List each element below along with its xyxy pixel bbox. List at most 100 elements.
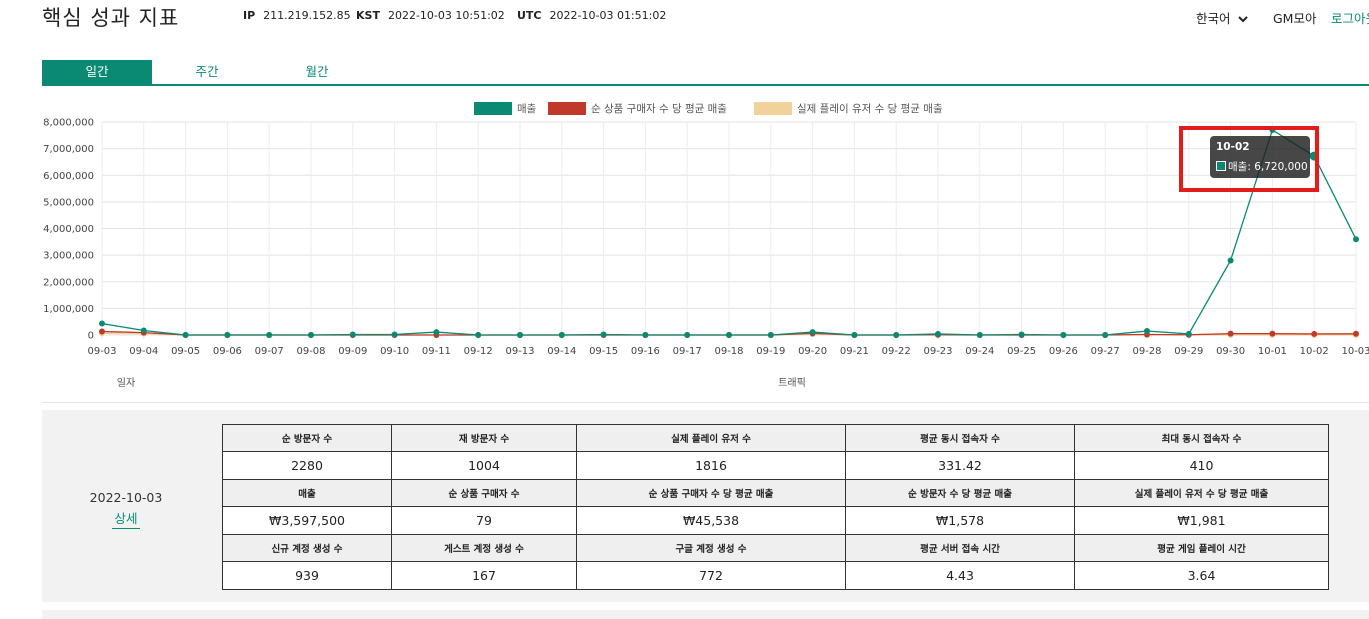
- x-tick-label: 09-05: [171, 346, 200, 357]
- y-tick-label: 0: [88, 331, 94, 342]
- x-tick-label: 10-01: [1258, 346, 1287, 357]
- data-point[interactable]: [433, 329, 440, 336]
- data-point[interactable]: [1311, 330, 1318, 337]
- data-point[interactable]: [475, 332, 482, 338]
- y-tick-label: 2,000,000: [43, 277, 94, 288]
- data-point[interactable]: [266, 332, 273, 338]
- logout-link[interactable]: 로그아웃: [1331, 8, 1369, 27]
- page-header: 핵심 성과 지표 IP 211.219.152.85 KST 2022-10-03 …: [0, 0, 1369, 40]
- kst-label: KST: [356, 9, 380, 22]
- x-tick-label: 09-04: [129, 346, 158, 357]
- data-point[interactable]: [893, 332, 900, 338]
- y-axis-ticks: 0 1,000,000 2,000,000 3,000,000 4,000,000 5,0…: [43, 118, 94, 342]
- language-label: 한국어: [1196, 11, 1231, 26]
- stats-value-cell: ₩1,578: [845, 506, 1075, 535]
- stats-header-cell: 평균 서버 접속 시간: [845, 534, 1075, 562]
- x-tick-label: 09-28: [1132, 346, 1161, 357]
- y-tick-label: 1,000,000: [43, 304, 94, 315]
- x-tick-label: 09-29: [1174, 346, 1203, 357]
- stats-value-cell: 79: [391, 506, 577, 535]
- user-name: GM모아: [1273, 11, 1317, 26]
- stats-value-cell: 2280: [222, 451, 392, 480]
- data-point[interactable]: [642, 332, 649, 338]
- stats-value-row: ₩3,597,500 79 ₩45,538 ₩1,578 ₩1,981: [222, 506, 1329, 535]
- page-title: 핵심 성과 지표: [42, 6, 180, 30]
- tab-weekly[interactable]: 주간: [152, 60, 262, 84]
- stats-header-cell: 순 상품 구매자 수: [391, 479, 577, 507]
- x-tick-label: 09-26: [1049, 346, 1078, 357]
- summary-date: 2022-10-03: [89, 490, 163, 505]
- data-point[interactable]: [935, 330, 941, 337]
- legend-label[interactable]: 매출: [517, 103, 537, 115]
- y-tick-label: 6,000,000: [43, 171, 94, 182]
- data-point[interactable]: [1102, 332, 1109, 338]
- legend-swatch: [548, 102, 586, 115]
- stats-value-cell: 331.42: [845, 451, 1075, 480]
- legend-label[interactable]: 실제 플레이 유저 수 당 평균 매출: [797, 103, 943, 115]
- y-tick-label: 8,000,000: [43, 118, 94, 129]
- data-point[interactable]: [1060, 332, 1067, 338]
- data-point[interactable]: [182, 332, 189, 338]
- data-point[interactable]: [349, 331, 356, 338]
- x-tick-label: 09-18: [714, 346, 743, 357]
- data-point[interactable]: [1353, 330, 1359, 337]
- data-point[interactable]: [558, 332, 565, 338]
- stats-header-cell: 순 방문자 수: [222, 424, 392, 452]
- ip-label: IP: [243, 9, 256, 22]
- stats-value-cell: 939: [222, 561, 392, 590]
- revenue-chart: 매출 순 상품 구매자 수 당 평균 매출 실제 플레이 유저 수 당 평균 매출 …: [42, 92, 1369, 403]
- x-tick-label: 09-14: [547, 346, 576, 357]
- stats-header-cell: 최대 동시 접속자 수: [1074, 424, 1329, 452]
- data-point[interactable]: [99, 328, 105, 335]
- data-point[interactable]: [976, 332, 983, 338]
- stats-header-cell: 매출: [222, 479, 392, 507]
- stats-header-row: 매출 순 상품 구매자 수순 상품 구매자 수 당 평균 매출 순 방문자 수 당 …: [222, 479, 1329, 507]
- x-tick-label: 09-12: [464, 346, 493, 357]
- kst-value: 2022-10-03 10:51:02: [387, 9, 505, 22]
- x-tick-label: 10-02: [1300, 346, 1329, 357]
- y-tick-label: 7,000,000: [43, 144, 94, 155]
- data-point[interactable]: [99, 320, 105, 327]
- tab-daily[interactable]: 일간: [42, 60, 152, 84]
- stats-header-cell: 신규 계정 생성 수: [222, 534, 392, 562]
- stats-header-cell: 순 상품 구매자 수 당 평균 매출: [576, 479, 846, 507]
- data-point[interactable]: [1353, 236, 1359, 243]
- x-tick-label: 09-23: [923, 346, 952, 357]
- y-tick-label: 3,000,000: [43, 251, 94, 262]
- chevron-down-icon: [1237, 16, 1248, 23]
- data-point[interactable]: [726, 332, 732, 338]
- stats-header-cell: 순 방문자 수 당 평균 매출: [845, 479, 1075, 507]
- x-tick-label: 09-06: [213, 346, 242, 357]
- x-tick-label: 09-17: [673, 346, 702, 357]
- data-point[interactable]: [600, 331, 607, 338]
- stats-header-cell: 평균 게임 플레이 시간: [1074, 534, 1329, 562]
- data-point[interactable]: [1144, 328, 1150, 335]
- language-select[interactable]: 한국어: [1196, 8, 1248, 27]
- x-tick-label: 10-03: [1341, 346, 1369, 357]
- data-point[interactable]: [809, 329, 816, 336]
- data-point[interactable]: [1185, 330, 1192, 337]
- data-point[interactable]: [684, 332, 691, 338]
- detail-link[interactable]: 상세: [112, 508, 140, 529]
- data-point[interactable]: [1018, 331, 1025, 338]
- data-point[interactable]: [517, 332, 523, 338]
- stats-header-cell: 재 방문자 수: [391, 424, 577, 452]
- x-tick-label: 09-07: [255, 346, 284, 357]
- data-point[interactable]: [1227, 257, 1234, 264]
- data-point[interactable]: [224, 332, 231, 338]
- stats-header-cell: 실제 플레이 유저 수 당 평균 매출: [1074, 479, 1329, 507]
- chart-footer-left: 일자: [117, 377, 135, 389]
- legend-label[interactable]: 순 상품 구매자 수 당 평균 매출: [591, 103, 727, 115]
- utc-info: UTC 2022-10-03 01:51:02: [517, 9, 666, 22]
- data-point[interactable]: [851, 332, 858, 338]
- data-point[interactable]: [1269, 330, 1276, 337]
- stats-value-row: 939 167 772 4.43 3.64: [222, 561, 1329, 590]
- data-point[interactable]: [767, 332, 774, 338]
- data-point[interactable]: [1227, 330, 1234, 337]
- data-point[interactable]: [391, 331, 398, 338]
- stats-header-cell: 실제 플레이 유저 수: [576, 424, 846, 452]
- x-axis-ticks: 09-03 09-04 09-05 09-06 09-07 09-08 09-09 09-10…: [87, 346, 1369, 357]
- data-point[interactable]: [140, 327, 147, 334]
- data-point[interactable]: [308, 332, 314, 338]
- tab-monthly[interactable]: 월간: [262, 60, 372, 84]
